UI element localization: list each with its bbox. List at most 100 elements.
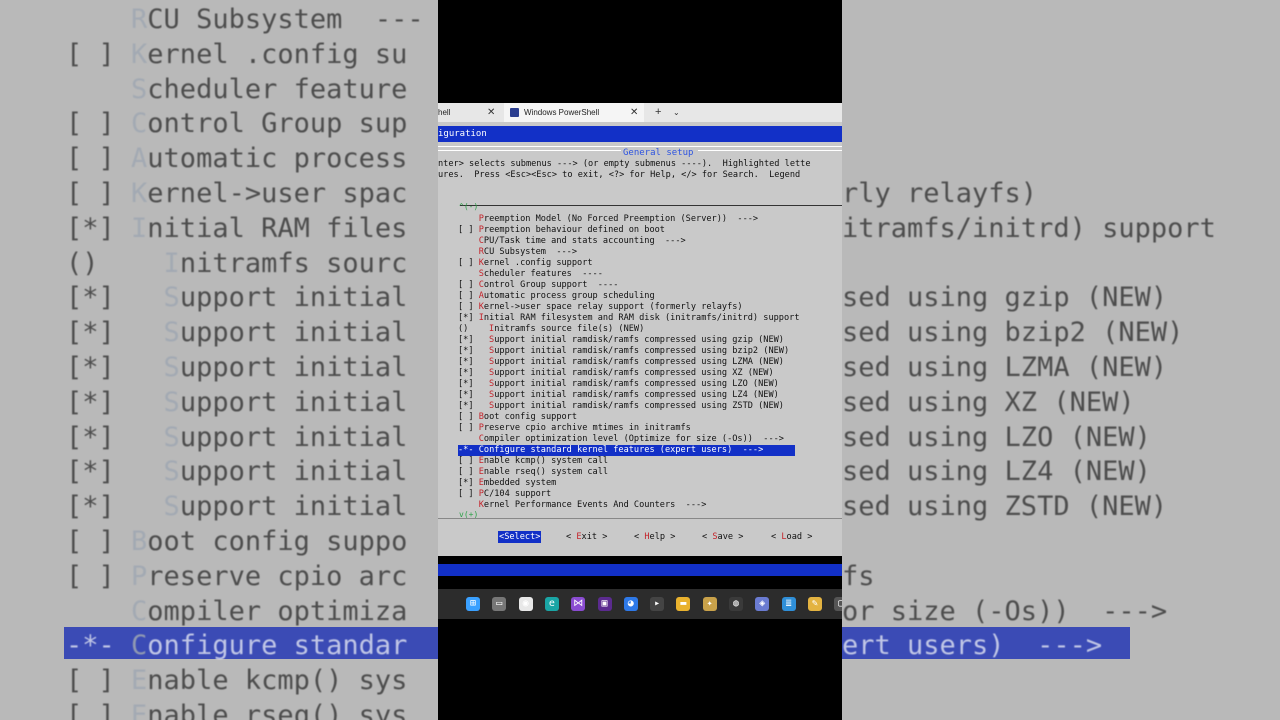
chrome-icon[interactable]: ◉ xyxy=(518,597,533,611)
app-icon[interactable]: ✦ xyxy=(702,597,717,611)
visual-studio-icon[interactable]: ⋈ xyxy=(571,597,586,611)
window-title: iguration xyxy=(438,126,842,142)
menu-item[interactable]: Kernel Performance Events And Counters -… xyxy=(458,500,842,511)
menu-item[interactable]: [*] Support initial ramdisk/ramfs compre… xyxy=(458,401,842,412)
edge-icon[interactable]: e xyxy=(544,597,559,611)
menu-item[interactable]: [*] Support initial ramdisk/ramfs compre… xyxy=(458,335,842,346)
tab-shell[interactable]: hell ✕ xyxy=(438,103,500,122)
tab-windows-powershell[interactable]: Windows PowerShell ✕ xyxy=(504,103,644,122)
background-line-right: fs xyxy=(842,560,875,592)
line-text: utomatic process xyxy=(147,143,408,175)
background-line: [ ] Boot config suppo xyxy=(66,528,407,555)
close-icon[interactable]: ✕ xyxy=(630,103,638,122)
menu-item[interactable]: Scheduler features ---- xyxy=(458,269,842,280)
notes-icon[interactable]: ≣ xyxy=(781,597,796,611)
scroll-up-indicator[interactable]: ^(-) xyxy=(459,202,478,211)
load-button[interactable]: < Load > xyxy=(771,531,812,543)
hotkey-letter: S xyxy=(163,421,180,453)
menu-item[interactable]: () Initramfs source file(s) (NEW) xyxy=(458,324,842,335)
menu-item-prefix: [ ] xyxy=(458,258,479,268)
background-line: () Initramfs sourc xyxy=(66,250,407,277)
menu-item[interactable]: [*] Support initial ramdisk/ramfs compre… xyxy=(458,379,842,390)
menu-item-prefix: [*] xyxy=(458,313,479,323)
menu-item[interactable]: [ ] Enable kcmp() system call xyxy=(458,456,842,467)
new-tab-button[interactable]: + xyxy=(655,103,661,122)
background-line: [*] Support initial xyxy=(66,389,407,416)
menu-item[interactable]: [*] Support initial ramdisk/ramfs compre… xyxy=(458,346,842,357)
menu-item-label: reemption behaviour defined on boot xyxy=(483,225,665,235)
hotkey-letter: S xyxy=(163,456,180,488)
exit-button[interactable]: < Exit > xyxy=(566,531,607,543)
line-text: upport initial xyxy=(179,317,408,349)
button-text: xit > xyxy=(581,532,608,542)
menu-item[interactable]: [ ] Boot config support xyxy=(458,412,842,423)
file-explorer-icon[interactable]: ▬ xyxy=(676,597,691,611)
menu-item[interactable]: [*] Support initial ramdisk/ramfs compre… xyxy=(458,390,842,401)
menu-list: Preemption Model (No Forced Preemption (… xyxy=(458,214,842,511)
window-icon[interactable]: ▢ xyxy=(834,597,842,611)
line-text: upport initial xyxy=(179,491,408,523)
windows-start-icon[interactable]: ⊞ xyxy=(466,597,480,611)
background-line: [*] Support initial xyxy=(66,354,407,381)
firefox-icon[interactable]: ◕ xyxy=(623,597,638,611)
menu-item-prefix: -*- xyxy=(458,445,479,455)
background-line: [ ] Enable kcmp() sys xyxy=(66,667,407,694)
menu-item-label: oot config support xyxy=(483,412,578,422)
background-line: [ ] Enable rseq() sys xyxy=(66,702,407,720)
menu-item[interactable]: Preemption Model (No Forced Preemption (… xyxy=(458,214,842,225)
button-row: <Select> < Exit > < Help > < Save > < Load > xyxy=(438,531,842,543)
menu-item[interactable]: [ ] Preserve cpio archive mtimes in init… xyxy=(458,423,842,434)
menu-item-label: PU/Task time and stats accounting ---> xyxy=(483,236,686,246)
menu-item[interactable]: [ ] PC/104 support xyxy=(458,489,842,500)
cube-icon[interactable]: ◈ xyxy=(755,597,770,611)
line-prefix xyxy=(66,74,131,105)
divider xyxy=(438,518,842,519)
hotkey-letter: I xyxy=(131,212,148,244)
help-button[interactable]: < Help > xyxy=(634,531,675,543)
menu-item[interactable]: Compiler optimization level (Optimize fo… xyxy=(458,434,842,445)
chevron-down-icon[interactable]: ⌄ xyxy=(673,103,680,122)
windows-taskbar: ⊞ ▭ ◉ e ⋈ ▣ ◕ ▸ ▬ ✦ ◍ ◈ ≣ ✎ ▢ xyxy=(438,589,842,619)
background-line: [ ] Preserve cpio arc xyxy=(66,563,407,590)
menu-item[interactable]: [*] Support initial ramdisk/ramfs compre… xyxy=(458,368,842,379)
line-prefix: [ ] xyxy=(66,700,132,720)
menu-item[interactable]: [ ] Enable rseq() system call xyxy=(458,467,842,478)
terminal-icon[interactable]: ▸ xyxy=(650,597,665,611)
task-view-icon[interactable]: ▭ xyxy=(492,597,507,611)
background-line-right: sed using bzip2 (NEW) xyxy=(842,317,1184,349)
line-prefix: [*] xyxy=(66,491,164,523)
select-button[interactable]: <Select> xyxy=(498,531,542,543)
menu-item[interactable]: [*] Initial RAM filesystem and RAM disk … xyxy=(458,313,842,324)
line-prefix: [*] xyxy=(66,282,164,314)
menu-item[interactable]: [ ] Preemption behaviour defined on boot xyxy=(458,225,842,236)
button-text: < xyxy=(634,532,645,542)
menu-item[interactable]: [*] Embedded system xyxy=(458,478,842,489)
menu-item[interactable]: [*] Support initial ramdisk/ramfs compre… xyxy=(458,357,842,368)
menu-item-prefix: [*] xyxy=(458,390,490,400)
save-button[interactable]: < Save > xyxy=(702,531,743,543)
menu-item[interactable]: [ ] Kernel->user space relay support (fo… xyxy=(458,302,842,313)
hotkey-letter: K xyxy=(131,38,148,70)
hotkey-letter: S xyxy=(163,282,180,314)
help-text-line-2: ures. Press <Esc><Esc> to exit, <?> for … xyxy=(438,170,801,180)
paint-icon[interactable]: ✎ xyxy=(807,597,822,611)
menu-item-label: nitramfs source file(s) (NEW) xyxy=(494,324,645,334)
settings-icon[interactable]: ◍ xyxy=(729,597,743,611)
menu-item[interactable]: RCU Subsystem ---> xyxy=(458,247,842,258)
close-icon[interactable]: ✕ xyxy=(487,103,495,122)
tab-shell-label: hell xyxy=(438,108,451,117)
background-line: [ ] Control Group sup xyxy=(66,110,407,137)
menu-item[interactable]: -*- Configure standard kernel features (… xyxy=(458,445,795,456)
menu-item[interactable]: [ ] Kernel .config support xyxy=(458,258,842,269)
line-text: ernel->user spac xyxy=(147,178,408,209)
hotkey-letter: E xyxy=(131,700,148,720)
ide-icon[interactable]: ▣ xyxy=(597,597,612,611)
hotkey-letter: C xyxy=(131,630,148,662)
menu-item[interactable]: CPU/Task time and stats accounting ---> xyxy=(458,236,842,247)
background-line-right: sed using LZ4 (NEW) xyxy=(842,456,1151,488)
menu-item[interactable]: [ ] Control Group support ---- xyxy=(458,280,842,291)
menu-item-label: onfigure standard kernel features (exper… xyxy=(483,445,764,455)
menu-item[interactable]: [ ] Automatic process group scheduling xyxy=(458,291,842,302)
hotkey-letter: S xyxy=(163,352,180,383)
tab-powershell-label: Windows PowerShell xyxy=(524,108,600,117)
